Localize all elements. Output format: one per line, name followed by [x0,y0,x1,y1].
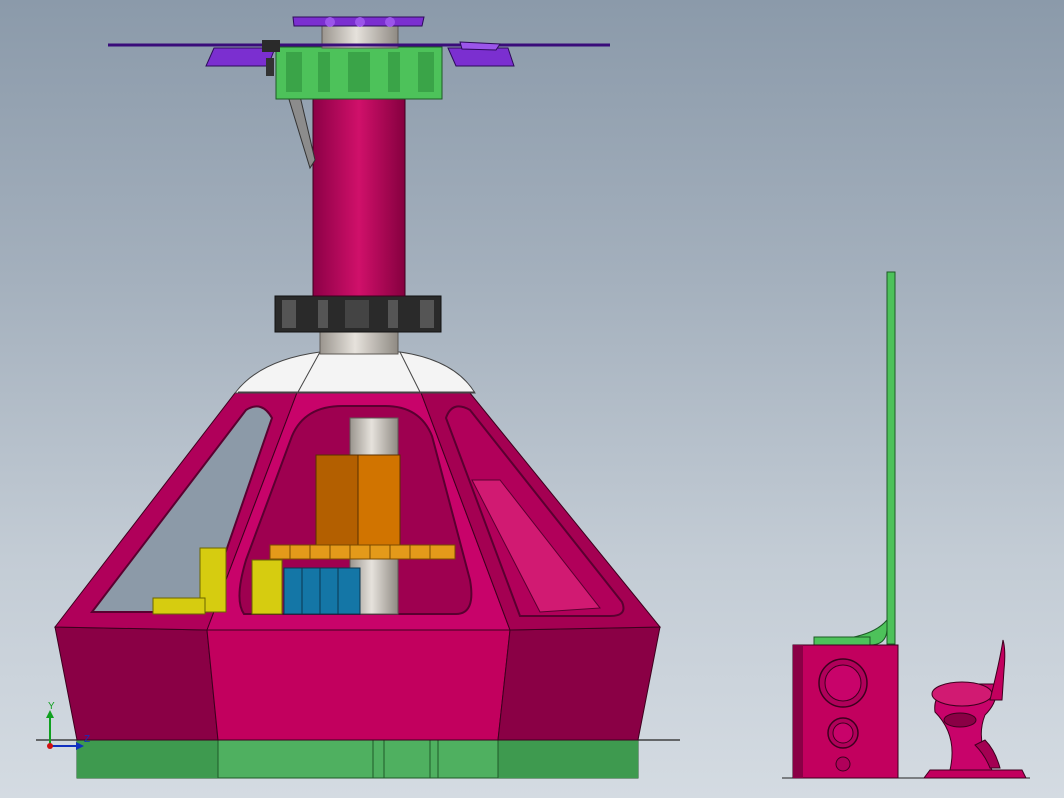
teal-motor-block[interactable] [283,567,361,615]
box-small-port [835,756,851,772]
green-tall-arm[interactable] [886,271,896,645]
green-base[interactable] [76,739,639,779]
white-cap[interactable] [233,351,476,394]
x-axis-dot [47,743,53,749]
main-assembly[interactable] [36,16,680,779]
gold-ring-gear[interactable] [269,544,456,560]
lower-housing[interactable] [54,626,661,741]
side-cup-stand[interactable] [923,639,1027,779]
bracket-arm [287,95,316,170]
shaft-collar [319,329,399,355]
black-gear[interactable] [274,295,442,333]
z-axis-label: Z [84,734,90,745]
cad-viewport[interactable]: Y Z [0,0,1064,798]
y-axis-label: Y [48,701,55,712]
cad-model-scene[interactable] [0,0,1064,798]
magenta-column[interactable] [312,95,406,297]
axis-triad: Y Z [46,701,90,750]
orange-motor-block[interactable] [315,454,401,546]
green-top-gear[interactable] [275,46,443,100]
